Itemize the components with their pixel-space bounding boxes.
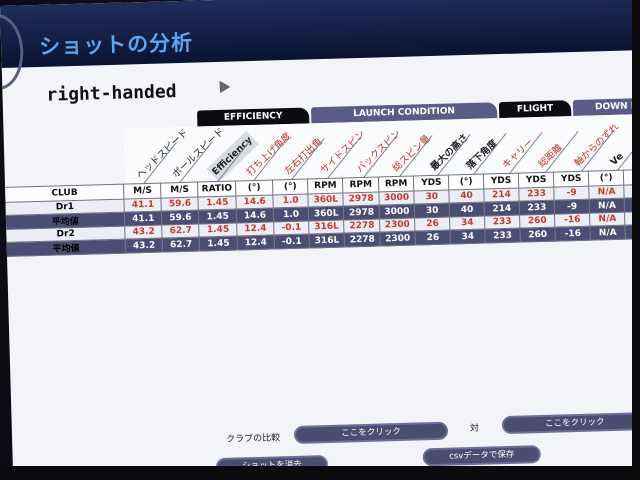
value-cell: 3000: [378, 191, 415, 205]
vs-label: 対: [469, 423, 480, 435]
value-cell: 2300: [379, 218, 416, 232]
column-header: RPM: [342, 177, 379, 193]
value-cell: 214: [484, 201, 520, 217]
monitor-bezel-right: [632, 0, 640, 480]
value-cell: 34: [450, 229, 486, 245]
value-cell: 14.6: [236, 207, 274, 223]
club-name-cell: 平均値: [6, 239, 126, 257]
club-select-button-1[interactable]: ここをクリック: [293, 421, 449, 444]
value-cell: -9: [554, 199, 590, 215]
value-cell: 62.7: [162, 237, 200, 253]
value-cell: 233: [518, 187, 555, 202]
value-cell: 30: [414, 190, 450, 205]
value-cell: 233: [484, 228, 521, 244]
value-cell: N/A: [589, 212, 626, 227]
mouse-pointer-icon: [214, 77, 231, 94]
column-header: RATIO: [197, 180, 236, 198]
column-header: (°): [588, 170, 624, 187]
column-header: (°): [235, 179, 273, 196]
value-cell: 40: [449, 189, 485, 204]
value-cell: 1.45: [198, 195, 237, 211]
value-cell: 1.45: [199, 222, 238, 238]
logo-ring-icon: [0, 13, 25, 91]
value-cell: 59.6: [161, 197, 199, 212]
value-cell: 12.4: [237, 234, 275, 250]
tab-down-range[interactable]: DOWN RAN: [572, 97, 640, 117]
value-cell: 14.6: [235, 194, 274, 209]
column-header: YDS: [413, 175, 450, 192]
value-cell: 59.6: [161, 210, 200, 226]
column-header: (°): [448, 174, 484, 191]
value-cell: -16: [555, 226, 591, 242]
save-csv-button[interactable]: csvデータで保存: [422, 445, 541, 467]
monitor-bezel-bottom: [0, 466, 640, 480]
column-header: RPM: [378, 176, 415, 192]
club-select-button-2[interactable]: ここをクリック: [501, 412, 640, 435]
column-header: M/S: [123, 183, 162, 200]
value-cell: 62.7: [162, 224, 200, 239]
value-cell: 30: [414, 203, 450, 219]
value-cell: 26: [415, 230, 451, 245]
value-cell: -9: [553, 186, 590, 201]
value-cell: -0.1: [274, 233, 310, 249]
value-cell: 1.45: [199, 235, 238, 252]
value-cell: 1.0: [273, 206, 309, 222]
value-cell: 316L: [308, 219, 345, 234]
value-cell: 360L: [308, 192, 344, 207]
value-cell: 260: [519, 227, 556, 243]
page-title: ショットの分析: [38, 30, 194, 59]
value-cell: 2278: [344, 231, 381, 247]
column-header: M/S: [160, 182, 199, 199]
value-cell: 260: [519, 214, 556, 229]
value-cell: N/A: [588, 185, 625, 200]
value-cell: 1.45: [198, 208, 237, 225]
monitor-screen: ショットの分析 right-handed EFFICIENCY LAUNCH C…: [0, 0, 640, 480]
value-cell: 2300: [379, 230, 416, 246]
value-cell: -0.1: [273, 220, 310, 235]
value-cell: 12.4: [236, 221, 275, 236]
hand-mode-label: right-handed: [46, 81, 177, 106]
value-cell: 2978: [343, 191, 380, 206]
value-cell: 43.2: [124, 225, 163, 240]
value-cell: 2278: [344, 218, 380, 233]
column-header: YDS: [483, 173, 519, 190]
value-cell: 26: [414, 217, 451, 231]
value-cell: 43.2: [125, 238, 163, 254]
column-header: YDS: [553, 171, 589, 188]
value-cell: 316L: [309, 232, 345, 248]
title-bar: ショットの分析: [0, 0, 640, 91]
column-header: YDS: [518, 172, 554, 189]
value-cell: 41.1: [124, 211, 163, 227]
value-cell: 214: [483, 188, 520, 203]
value-cell: N/A: [590, 225, 626, 241]
value-cell: N/A: [589, 198, 625, 214]
club-compare-label: クラブの比較: [226, 433, 281, 445]
value-cell: 41.1: [124, 198, 162, 213]
value-cell: 233: [484, 215, 520, 230]
value-cell: 40: [449, 202, 485, 218]
value-cell: 360L: [308, 205, 345, 221]
shot-data-table: CLUB M/S M/S RATIO (°) (°) RPM RPM RPM YDS (°) YDS Y…: [0, 169, 640, 257]
column-header: RPM: [307, 177, 344, 194]
value-cell: -16: [554, 213, 591, 228]
value-cell: 2978: [343, 204, 380, 220]
value-cell: 233: [519, 200, 555, 216]
shot-analysis-window: ショットの分析 right-handed EFFICIENCY LAUNCH C…: [0, 0, 640, 480]
value-cell: 3000: [379, 204, 415, 219]
value-cell: 1.0: [272, 193, 309, 208]
value-cell: 34: [449, 216, 485, 231]
column-header: (°): [272, 178, 309, 195]
